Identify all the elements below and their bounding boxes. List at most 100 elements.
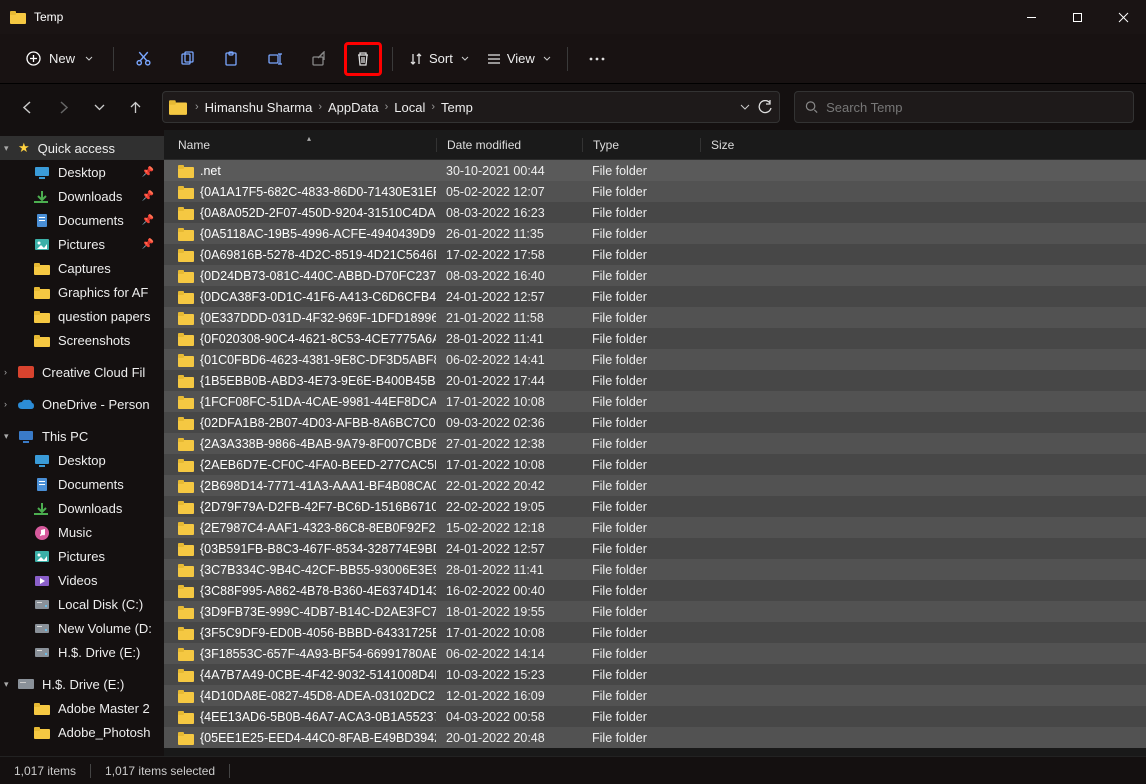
search-input[interactable] — [826, 100, 1123, 115]
sidebar-item[interactable]: Music — [0, 520, 164, 544]
folder-icon — [178, 290, 194, 304]
table-row[interactable]: {4D10DA8E-0827-45D8-ADEA-03102DC2...12-0… — [164, 685, 1146, 706]
sidebar-creative-cloud[interactable]: › Creative Cloud Fil — [0, 360, 164, 384]
table-row[interactable]: {3C7B334C-9B4C-42CF-BB55-93006E3E9...28-… — [164, 559, 1146, 580]
table-row[interactable]: {0A5118AC-19B5-4996-ACFE-4940439D9...26-… — [164, 223, 1146, 244]
back-button[interactable] — [12, 92, 42, 122]
table-row[interactable]: {0DCA38F3-0D1C-41F6-A413-C6D6CFB4...24-0… — [164, 286, 1146, 307]
table-row[interactable]: {3D9FB73E-999C-4DB7-B14C-D2AE3FC7A...18-… — [164, 601, 1146, 622]
column-type[interactable]: Type — [582, 138, 700, 152]
folder-icon — [178, 227, 194, 241]
sidebar-item[interactable]: Desktop — [0, 448, 164, 472]
table-row[interactable]: {02DFA1B8-2B07-4D03-AFBB-8A6BC7C0...09-0… — [164, 412, 1146, 433]
table-row[interactable]: {0F020308-90C4-4621-8C53-4CE7775A6A...28… — [164, 328, 1146, 349]
table-row[interactable]: {3F18553C-657F-4A93-BF54-66991780AE6...0… — [164, 643, 1146, 664]
toolbar: New Sort View — [0, 34, 1146, 84]
up-button[interactable] — [120, 92, 150, 122]
copy-button[interactable] — [168, 42, 206, 76]
sidebar-item[interactable]: Documents — [0, 472, 164, 496]
table-row[interactable]: {2B698D14-7771-41A3-AAA1-BF4B08CA0...22-… — [164, 475, 1146, 496]
breadcrumb-item[interactable]: AppData — [324, 100, 383, 115]
sidebar-item[interactable]: Videos — [0, 568, 164, 592]
table-row[interactable]: {1B5EBB0B-ABD3-4E73-9E6E-B400B45B1...20-… — [164, 370, 1146, 391]
sidebar-item[interactable]: Documents📌 — [0, 208, 164, 232]
sidebar-hs-drive[interactable]: ▾ H.$. Drive (E:) — [0, 672, 164, 696]
sidebar-item[interactable]: Local Disk (C:) — [0, 592, 164, 616]
sidebar-item[interactable]: Desktop📌 — [0, 160, 164, 184]
sidebar-item[interactable]: H.$. Drive (E:) — [0, 640, 164, 664]
document-icon — [34, 476, 50, 492]
table-row[interactable]: {0A8A052D-2F07-450D-9204-31510C4DA...08-… — [164, 202, 1146, 223]
table-row[interactable]: {2E7987C4-AAF1-4323-86C8-8EB0F92F23...15… — [164, 517, 1146, 538]
sidebar-item[interactable]: Captures — [0, 256, 164, 280]
more-button[interactable] — [578, 42, 616, 76]
maximize-button[interactable] — [1054, 0, 1100, 34]
cut-button[interactable] — [124, 42, 162, 76]
recent-button[interactable] — [84, 92, 114, 122]
column-size[interactable]: Size — [700, 138, 776, 152]
table-row[interactable]: {3F5C9DF9-ED0B-4056-BBBD-64331725E5...17… — [164, 622, 1146, 643]
sidebar-item[interactable]: Adobe Master 2 — [0, 696, 164, 720]
table-row[interactable]: {01C0FBD6-4623-4381-9E8C-DF3D5ABF8...06-… — [164, 349, 1146, 370]
download-icon — [34, 188, 50, 204]
sidebar-item[interactable]: Pictures📌 — [0, 232, 164, 256]
column-name[interactable]: Name▴ — [178, 138, 436, 152]
sidebar-item[interactable]: Adobe_Photosh — [0, 720, 164, 744]
close-button[interactable] — [1100, 0, 1146, 34]
pictures-icon — [34, 236, 50, 252]
sort-button[interactable]: Sort — [403, 42, 475, 76]
table-row[interactable]: {0D24DB73-081C-440C-ABBD-D70FC2371...08-… — [164, 265, 1146, 286]
breadcrumb-item[interactable]: Himanshu Sharma — [201, 100, 317, 115]
sidebar-onedrive[interactable]: › OneDrive - Person — [0, 392, 164, 416]
folder-icon — [178, 206, 194, 220]
rename-button[interactable] — [256, 42, 294, 76]
address-bar[interactable]: › Himanshu Sharma› AppData› Local› Temp — [162, 91, 780, 123]
table-row[interactable]: {2AEB6D7E-CF0C-4FA0-BEED-277CAC5E3...17-… — [164, 454, 1146, 475]
video-icon — [34, 572, 50, 588]
sidebar-item[interactable]: Downloads📌 — [0, 184, 164, 208]
folder-icon — [34, 724, 50, 740]
sidebar-item[interactable]: Pictures — [0, 544, 164, 568]
delete-button[interactable] — [344, 42, 382, 76]
file-list[interactable]: .net30-10-2021 00:44File folder{0A1A17F5… — [164, 160, 1146, 756]
minimize-button[interactable] — [1008, 0, 1054, 34]
music-icon — [34, 524, 50, 540]
table-row[interactable]: .net30-10-2021 00:44File folder — [164, 160, 1146, 181]
share-button[interactable] — [300, 42, 338, 76]
table-row[interactable]: {0E337DDD-031D-4F32-969F-1DFD18996...21-… — [164, 307, 1146, 328]
table-row[interactable]: {2A3A338B-9866-4BAB-9A79-8F007CBD8...27-… — [164, 433, 1146, 454]
table-row[interactable]: {4EE13AD6-5B0B-46A7-ACA3-0B1A55237...04-… — [164, 706, 1146, 727]
folder-icon — [178, 605, 194, 619]
folder-icon — [178, 647, 194, 661]
sidebar-item[interactable]: New Volume (D: — [0, 616, 164, 640]
breadcrumb-item[interactable]: Temp — [437, 100, 477, 115]
search-box[interactable] — [794, 91, 1134, 123]
refresh-icon[interactable] — [758, 100, 773, 115]
trash-icon — [355, 51, 371, 67]
new-button[interactable]: New — [16, 42, 103, 76]
breadcrumb-item[interactable]: Local — [390, 100, 429, 115]
table-row[interactable]: {3C88F995-A862-4B78-B360-4E6374D143...16… — [164, 580, 1146, 601]
sidebar-item[interactable]: question papers — [0, 304, 164, 328]
chevron-down-icon[interactable] — [740, 104, 750, 110]
table-row[interactable]: {2D79F79A-D2FB-42F7-BC6D-1516B6710...22-… — [164, 496, 1146, 517]
column-date[interactable]: Date modified — [436, 138, 582, 152]
table-row[interactable]: {1FCF08FC-51DA-4CAE-9981-44EF8DCA5...17-… — [164, 391, 1146, 412]
folder-icon — [178, 731, 194, 745]
table-row[interactable]: {0A1A17F5-682C-4833-86D0-71430E31EF...05… — [164, 181, 1146, 202]
sidebar-item[interactable]: Graphics for AF — [0, 280, 164, 304]
table-row[interactable]: {03B591FB-B8C3-467F-8534-328774E9BD...24… — [164, 538, 1146, 559]
table-row[interactable]: {0A69816B-5278-4D2C-8519-4D21C5646B...17… — [164, 244, 1146, 265]
table-row[interactable]: {05EE1E25-EED4-44C0-8FAB-E49BD39420...20… — [164, 727, 1146, 748]
view-button[interactable]: View — [481, 42, 557, 76]
sidebar-this-pc[interactable]: ▾ This PC — [0, 424, 164, 448]
folder-icon — [34, 700, 50, 716]
paste-button[interactable] — [212, 42, 250, 76]
sidebar-item[interactable]: Downloads — [0, 496, 164, 520]
table-row[interactable]: {4A7B7A49-0CBE-4F42-9032-5141008D4D...10… — [164, 664, 1146, 685]
sidebar-item[interactable]: Screenshots — [0, 328, 164, 352]
column-headers: Name▴ Date modified Type Size — [164, 130, 1146, 160]
sidebar-quick-access[interactable]: ▾★Quick access — [0, 136, 164, 160]
forward-button[interactable] — [48, 92, 78, 122]
pin-icon: 📌 — [142, 239, 154, 250]
